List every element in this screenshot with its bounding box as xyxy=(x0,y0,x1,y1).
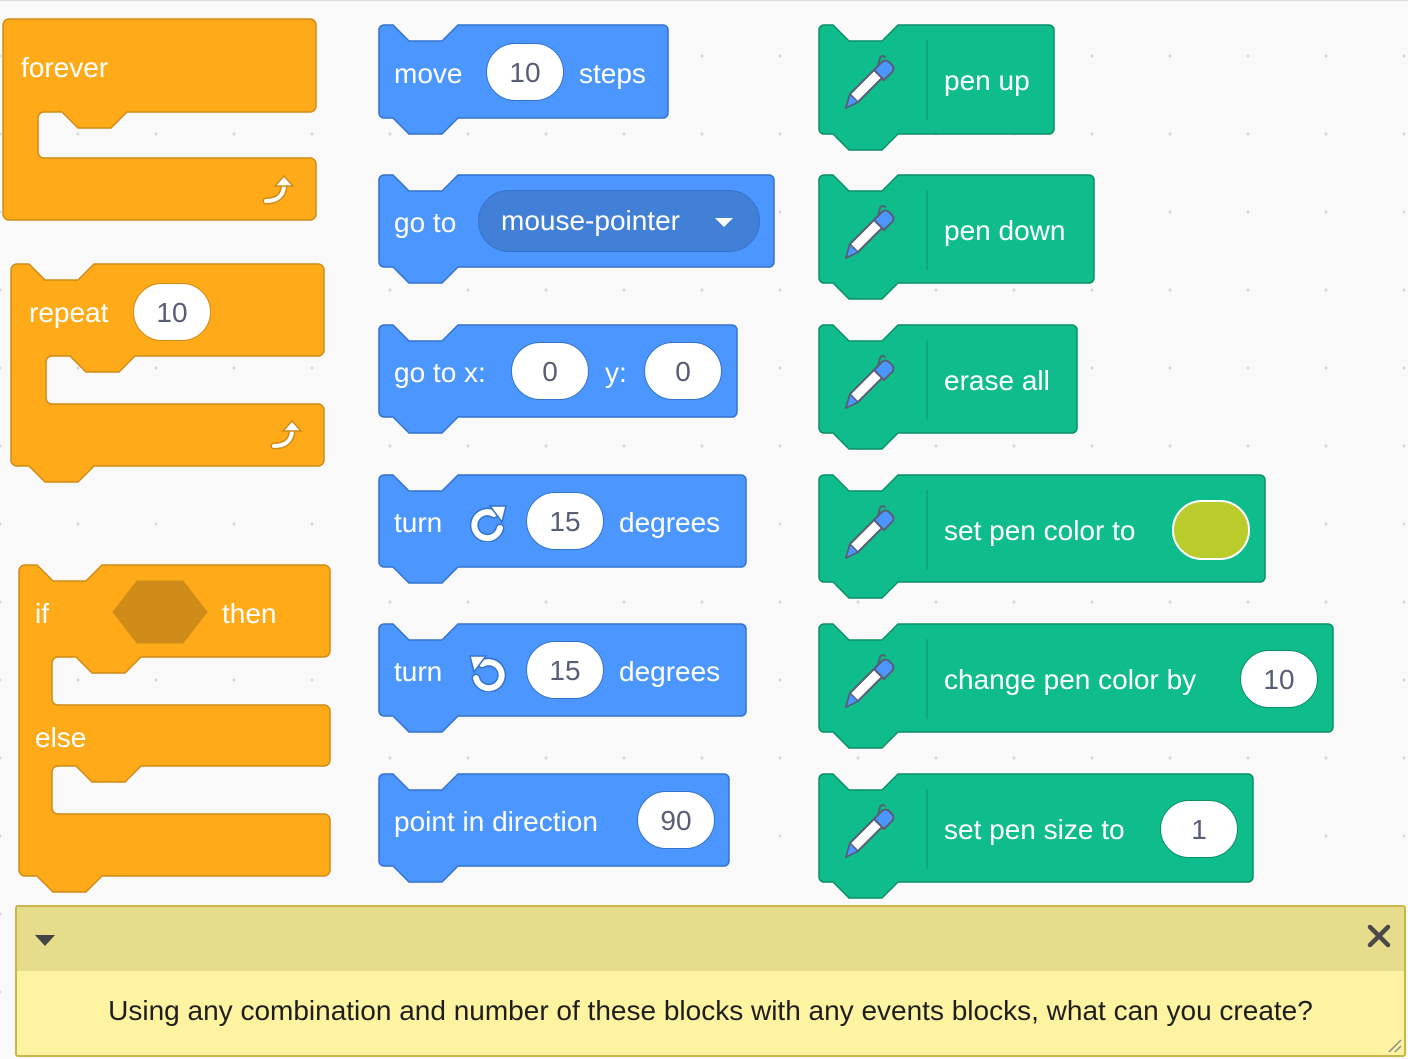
block-divider xyxy=(926,789,928,869)
help-panel-text: Using any combination and number of thes… xyxy=(108,995,1313,1026)
help-panel: Using any combination and number of thes… xyxy=(15,905,1406,1057)
set-pen-size-block-shape xyxy=(818,773,1254,899)
help-panel-header xyxy=(17,907,1404,971)
close-icon[interactable] xyxy=(1364,921,1394,951)
resize-handle-icon[interactable] xyxy=(1386,1037,1402,1053)
pen-icon xyxy=(845,804,895,858)
collapse-triangle-icon[interactable] xyxy=(35,935,55,946)
set-pen-size-input[interactable]: 1 xyxy=(1160,800,1238,858)
set-pen-size-label: set pen size to xyxy=(944,814,1125,845)
